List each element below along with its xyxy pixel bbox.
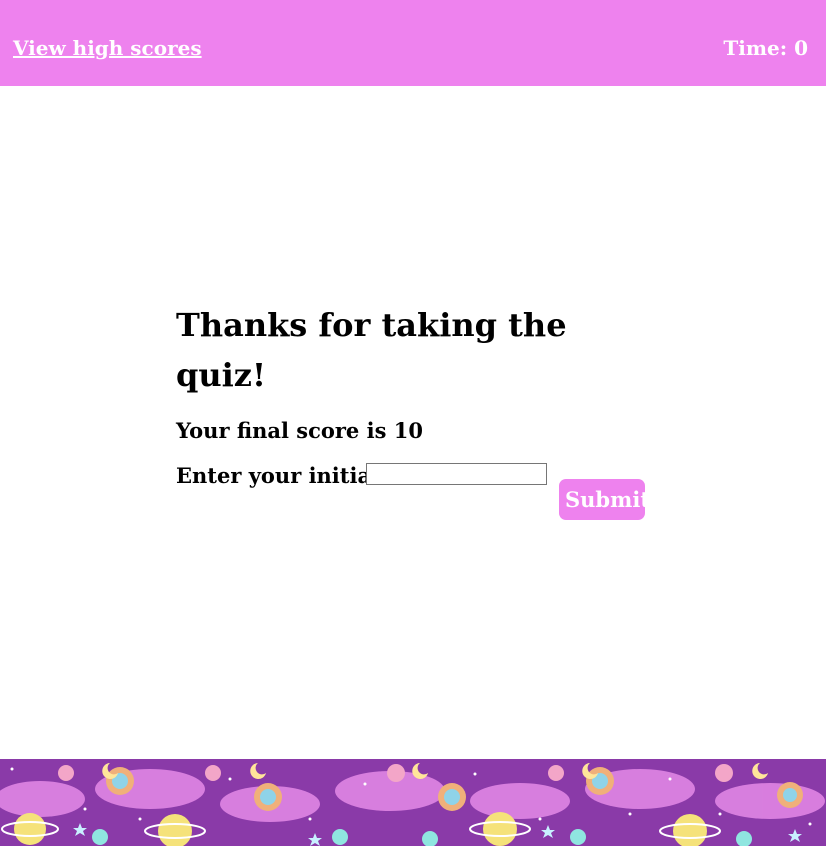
- initials-form: Enter your initials: Submit: [176, 463, 656, 520]
- submit-button[interactable]: Submit: [559, 479, 650, 520]
- view-high-scores-link[interactable]: View high scores: [13, 36, 202, 60]
- footer-space-pattern: [0, 759, 826, 846]
- timer-display: Time: 0: [723, 36, 808, 60]
- header-bar: View high scores Time: 0: [0, 0, 826, 86]
- space-planets-pattern-icon: [0, 759, 826, 846]
- initials-input[interactable]: [366, 463, 547, 485]
- quiz-end-panel: Thanks for taking the quiz! Your final s…: [176, 300, 656, 520]
- final-score-text: Your final score is 10: [176, 418, 423, 443]
- quiz-end-title: Thanks for taking the quiz!: [176, 306, 567, 394]
